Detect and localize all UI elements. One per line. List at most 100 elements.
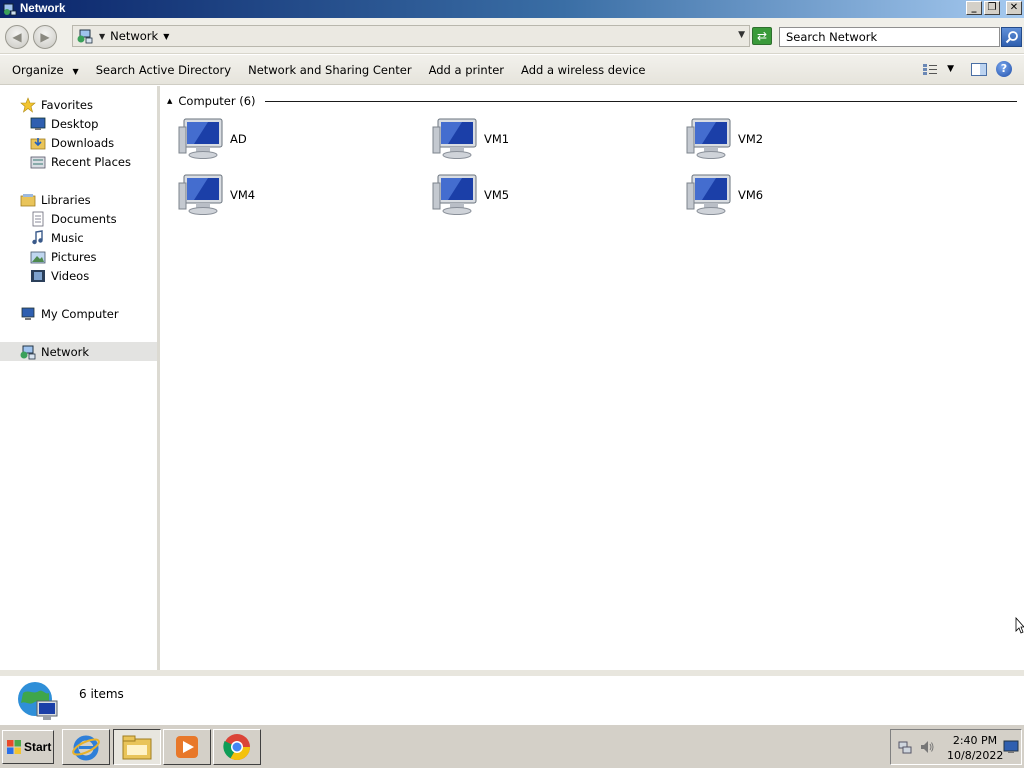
nav-my-computer-label: My Computer <box>41 306 119 321</box>
system-tray: 2:40 PM 10/8/2022 <box>890 729 1022 765</box>
collapse-arrow-icon[interactable]: ▲ <box>167 97 172 105</box>
media-player-icon <box>176 736 198 758</box>
pictures-icon <box>30 251 46 263</box>
organize-menu[interactable]: Organize ▼ <box>12 63 79 77</box>
organize-label: Organize <box>12 62 64 77</box>
search-icon <box>1005 31 1018 44</box>
chevron-down-icon[interactable]: ▼ <box>163 32 169 41</box>
taskbar: Start 2:40 PM 10/8/2022 <box>0 724 1024 768</box>
network-icon <box>77 29 93 44</box>
forward-arrow-icon: ▶ <box>40 30 50 44</box>
downloads-folder-icon <box>30 137 46 149</box>
computer-label: VM4 <box>230 188 256 202</box>
nav-recent-places[interactable]: Recent Places <box>30 152 131 171</box>
nav-libraries-label: Libraries <box>41 192 91 207</box>
title-bar: Network _ ❐ ✕ <box>0 0 1024 18</box>
start-button[interactable]: Start <box>2 730 54 764</box>
refresh-button[interactable]: ⇄ <box>752 27 772 45</box>
chrome-icon <box>223 734 250 760</box>
breadcrumb-separator-icon[interactable]: ▼ <box>99 32 105 41</box>
clock-time: 2:40 PM <box>952 734 998 747</box>
nav-network[interactable]: Network <box>0 342 157 361</box>
search-button[interactable] <box>1001 27 1022 47</box>
windows-logo-icon <box>7 740 21 754</box>
taskbar-chrome[interactable] <box>213 729 261 765</box>
address-history-dropdown-icon[interactable]: ▼ <box>738 30 745 40</box>
maximize-button[interactable]: ❐ <box>984 1 1000 15</box>
show-desktop-icon[interactable] <box>1003 740 1019 754</box>
group-divider <box>264 100 1017 102</box>
computer-label: VM5 <box>484 188 510 202</box>
volume-icon[interactable] <box>919 739 935 755</box>
view-controls: ▼ ? <box>921 61 1012 77</box>
search-input[interactable]: Search Network <box>779 27 1000 47</box>
computer-item[interactable]: AD <box>178 117 418 161</box>
add-printer-button[interactable]: Add a printer <box>429 63 504 77</box>
minimize-button[interactable]: _ <box>966 1 982 15</box>
computer-label: VM2 <box>738 132 764 146</box>
nav-my-computer[interactable]: My Computer <box>20 304 119 323</box>
mouse-cursor-icon <box>1015 617 1024 634</box>
nav-documents[interactable]: Documents <box>30 209 117 228</box>
nav-downloads[interactable]: Downloads <box>30 133 114 152</box>
group-header[interactable]: ▲ Computer (6) <box>167 94 1017 108</box>
computer-icon <box>178 174 223 215</box>
nav-libraries[interactable]: Libraries <box>20 190 91 209</box>
network-icon <box>3 2 17 16</box>
computer-icon <box>21 307 35 320</box>
taskbar-internet-explorer[interactable] <box>62 729 110 765</box>
nav-favorites-label: Favorites <box>41 97 93 112</box>
back-arrow-icon: ◀ <box>12 30 22 44</box>
chevron-down-icon: ▼ <box>72 66 79 76</box>
documents-icon <box>32 211 44 226</box>
nav-network-label: Network <box>41 344 90 359</box>
preview-pane-icon[interactable] <box>970 61 988 77</box>
internet-explorer-icon <box>72 735 100 761</box>
close-button[interactable]: ✕ <box>1006 1 1022 15</box>
nav-music-label: Music <box>51 230 84 245</box>
taskbar-media-player[interactable] <box>163 729 211 765</box>
nav-music[interactable]: Music <box>30 228 84 247</box>
clock[interactable]: 2:40 PM 10/8/2022 <box>947 733 1003 763</box>
address-bar[interactable]: ▼ Network ▼ ▼ <box>72 25 750 47</box>
clock-date: 10/8/2022 <box>947 749 1004 762</box>
help-icon[interactable]: ? <box>996 61 1012 77</box>
breadcrumb-network[interactable]: Network <box>110 29 158 43</box>
window-controls: _ ❐ ✕ <box>966 1 1022 15</box>
nav-recent-places-label: Recent Places <box>51 154 131 169</box>
music-icon <box>32 229 43 244</box>
folder-icon <box>122 735 152 760</box>
computer-item[interactable]: VM5 <box>432 173 672 217</box>
group-header-label: Computer (6) <box>178 94 256 108</box>
nav-favorites[interactable]: Favorites <box>20 95 93 114</box>
computer-item[interactable]: VM4 <box>178 173 418 217</box>
content-area: ▲ Computer (6) AD VM1 VM2 VM4 VM5 VM6 <box>160 86 1024 670</box>
network-sharing-center-button[interactable]: Network and Sharing Center <box>248 63 411 77</box>
nav-videos[interactable]: Videos <box>30 266 89 285</box>
computer-icon <box>178 118 223 159</box>
forward-button[interactable]: ▶ <box>33 25 57 49</box>
taskbar-file-explorer[interactable] <box>113 729 161 765</box>
network-tray-icon[interactable] <box>897 739 913 755</box>
change-view-icon[interactable] <box>921 61 939 77</box>
back-button[interactable]: ◀ <box>5 25 29 49</box>
star-icon <box>20 96 36 113</box>
computer-icon <box>432 118 477 159</box>
libraries-icon <box>20 193 36 206</box>
computer-label: VM1 <box>484 132 510 146</box>
computer-item[interactable]: VM6 <box>686 173 926 217</box>
nav-desktop-label: Desktop <box>51 116 99 131</box>
nav-pictures[interactable]: Pictures <box>30 247 97 266</box>
nav-desktop[interactable]: Desktop <box>30 114 98 133</box>
nav-downloads-label: Downloads <box>51 135 115 150</box>
add-wireless-device-button[interactable]: Add a wireless device <box>521 63 645 77</box>
search-active-directory-button[interactable]: Search Active Directory <box>96 63 231 77</box>
network-globe-icon <box>18 682 58 720</box>
view-options-dropdown-icon[interactable]: ▼ <box>947 64 954 74</box>
start-label: Start <box>24 740 52 754</box>
details-pane: 6 items <box>0 670 1024 724</box>
computer-item[interactable]: VM1 <box>432 117 672 161</box>
computer-item[interactable]: VM2 <box>686 117 926 161</box>
window-title: Network <box>20 3 66 15</box>
network-icon <box>20 345 36 359</box>
